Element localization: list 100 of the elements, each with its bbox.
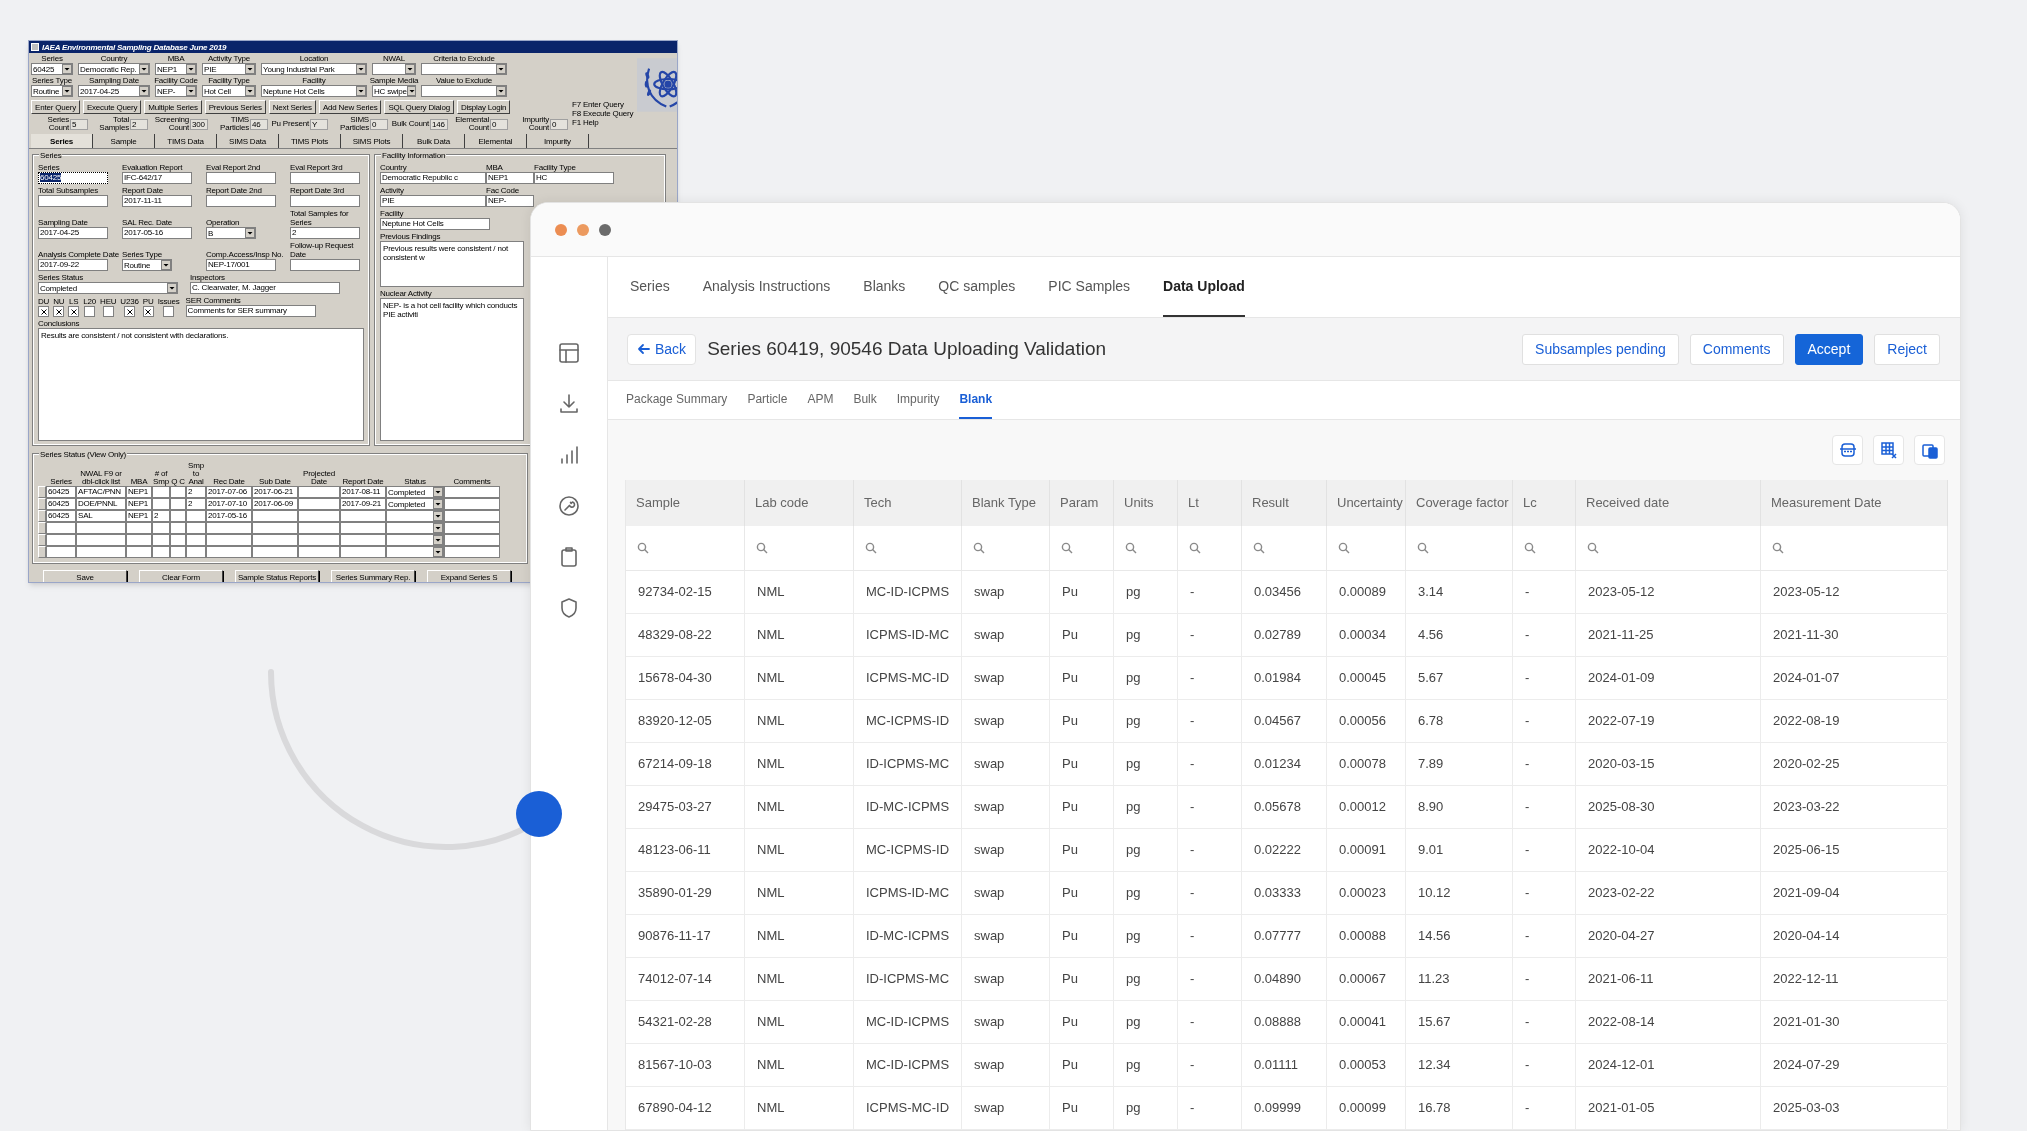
checkbox[interactable]: [124, 306, 135, 317]
text-field[interactable]: [290, 172, 360, 184]
text-field[interactable]: Comments for SER summary: [185, 305, 316, 317]
checkbox[interactable]: [84, 306, 96, 317]
dropdown-field[interactable]: Routine: [31, 85, 73, 97]
checkbox[interactable]: [68, 306, 80, 317]
copy-button[interactable]: [1914, 435, 1945, 465]
text-area[interactable]: NEP- is a hot cell facility which conducts PIE activiti: [380, 298, 524, 441]
text-field[interactable]: 2017-09-22: [38, 259, 108, 271]
action-button[interactable]: Subsamples pending: [1522, 333, 1679, 365]
action-button[interactable]: Reject: [1874, 333, 1940, 365]
dropdown-field[interactable]: Routine: [122, 259, 172, 271]
text-field[interactable]: PIE: [380, 195, 486, 207]
sub-tab[interactable]: Bulk: [853, 381, 877, 419]
checkbox[interactable]: [142, 306, 154, 317]
nav-tab[interactable]: Analysis Instructions: [702, 257, 831, 317]
row-selector[interactable]: [38, 498, 46, 510]
dropdown-field[interactable]: [421, 85, 507, 97]
text-field[interactable]: 60425: [38, 172, 108, 184]
text-field[interactable]: [38, 195, 108, 207]
dropdown-field[interactable]: [386, 546, 444, 558]
dropdown-field[interactable]: Neptune Hot Cells: [261, 85, 367, 97]
form-button[interactable]: Save: [43, 570, 127, 582]
window-dot-icon[interactable]: [577, 223, 589, 236]
dropdown-field[interactable]: [421, 63, 507, 75]
form-button[interactable]: Previous Series: [204, 100, 266, 114]
export-button[interactable]: [1832, 435, 1863, 465]
form-button[interactable]: Display Login: [456, 100, 511, 114]
checkbox[interactable]: [102, 306, 114, 317]
dropdown-field[interactable]: Hot Cell: [202, 85, 256, 97]
nav-tab[interactable]: Blanks: [863, 257, 906, 317]
form-button[interactable]: Enter Query: [31, 100, 80, 114]
window-dot-icon[interactable]: [599, 223, 611, 236]
dropdown-field[interactable]: 2017-04-25: [78, 85, 150, 97]
form-button[interactable]: Sample Status Reports: [235, 570, 319, 582]
row-selector[interactable]: [38, 522, 46, 534]
clear-grid-button[interactable]: [1873, 435, 1904, 465]
nav-tab[interactable]: Series: [630, 257, 670, 317]
dropdown-field[interactable]: Completed: [386, 486, 444, 498]
row-selector[interactable]: [38, 534, 46, 546]
row-selector[interactable]: [38, 486, 46, 498]
form-button[interactable]: Next Series: [268, 100, 316, 114]
tab[interactable]: Series: [31, 134, 93, 148]
sub-tab[interactable]: Particle: [747, 381, 788, 419]
text-field[interactable]: NEP1: [486, 172, 534, 184]
download-icon[interactable]: [557, 392, 581, 416]
dropdown-field[interactable]: [386, 534, 444, 546]
text-field[interactable]: 2017-04-25: [38, 227, 108, 239]
text-field[interactable]: [290, 259, 360, 271]
text-field[interactable]: NEP-: [486, 195, 534, 207]
text-field[interactable]: 2: [290, 227, 360, 239]
form-button[interactable]: Clear Form: [139, 570, 223, 582]
sub-tab[interactable]: Package Summary: [626, 381, 728, 419]
action-button[interactable]: Comments: [1689, 333, 1784, 365]
form-button[interactable]: Multiple Series: [144, 100, 202, 114]
form-button[interactable]: Execute Query: [82, 100, 142, 114]
action-button[interactable]: Accept: [1794, 333, 1864, 365]
text-field[interactable]: 2017-05-16: [122, 227, 192, 239]
text-field[interactable]: C. Clearwater, M. Jagger: [190, 282, 340, 294]
text-field[interactable]: HC: [534, 172, 614, 184]
form-button[interactable]: Expand Series S: [427, 570, 511, 582]
sub-tab[interactable]: APM: [807, 381, 834, 419]
text-field[interactable]: Democratic Republic c: [380, 172, 486, 184]
checkbox[interactable]: [53, 306, 65, 317]
dropdown-field[interactable]: 60425: [31, 63, 73, 75]
back-button[interactable]: Back: [627, 333, 697, 365]
dropdown-field[interactable]: Completed: [38, 282, 178, 294]
dropdown-field[interactable]: HC swipe: [372, 85, 416, 97]
text-field[interactable]: [206, 195, 276, 207]
dropdown-field[interactable]: [372, 63, 416, 75]
dropdown-field[interactable]: Democratic Rep.: [78, 63, 150, 75]
nav-tab[interactable]: QC samples: [938, 257, 1016, 317]
text-field[interactable]: 2017-11-11: [122, 195, 192, 207]
dropdown-field[interactable]: [386, 510, 444, 522]
text-area[interactable]: Previous results were consistent / not consistent w: [380, 241, 524, 287]
form-button[interactable]: Series Summary Rep.: [331, 570, 415, 582]
row-selector[interactable]: [38, 546, 46, 558]
dropdown-field[interactable]: Completed: [386, 498, 444, 510]
row-selector[interactable]: [38, 510, 46, 522]
text-field[interactable]: [206, 172, 276, 184]
text-field[interactable]: [290, 195, 360, 207]
layout-icon[interactable]: [557, 341, 581, 365]
dropdown-field[interactable]: Young Industrial Park: [261, 63, 367, 75]
text-field[interactable]: IFC-642/17: [122, 172, 192, 184]
dropdown-field[interactable]: PIE: [202, 63, 256, 75]
dropdown-field[interactable]: NEP1: [155, 63, 197, 75]
text-area[interactable]: Results are consistent / not consistent with declarations.: [38, 328, 364, 441]
checkbox[interactable]: [38, 306, 50, 317]
dropdown-field[interactable]: NEP-: [155, 85, 197, 97]
wrench-icon[interactable]: [557, 494, 581, 518]
dropdown-field[interactable]: B: [206, 227, 256, 239]
form-button[interactable]: SQL Query Dialog: [384, 100, 454, 114]
window-dot-icon[interactable]: [555, 223, 567, 236]
text-field[interactable]: NEP-17/001: [206, 259, 276, 271]
form-button[interactable]: Add New Series: [318, 100, 382, 114]
text-field[interactable]: Neptune Hot Cells: [380, 218, 490, 230]
checkbox[interactable]: [163, 306, 175, 317]
nav-tab[interactable]: PIC Samples: [1048, 257, 1131, 317]
sub-tab[interactable]: Impurity: [896, 381, 940, 419]
dropdown-field[interactable]: [386, 522, 444, 534]
